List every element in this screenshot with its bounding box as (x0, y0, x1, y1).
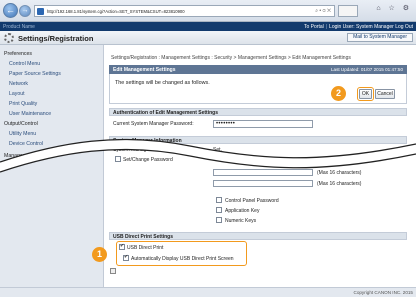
product-name: Product Name (3, 24, 35, 30)
numeric-keys-checkbox[interactable] (216, 217, 222, 223)
to-portal-link[interactable]: To Portal (304, 24, 324, 30)
usb-direct-print-label: USB Direct Print (127, 245, 164, 251)
auto-display-usb-checkbox[interactable] (123, 254, 129, 261)
sidebar-item-paper-source[interactable]: Paper Source Settings (9, 71, 61, 77)
scroll-indicator-icon (110, 268, 116, 274)
usb-direct-print-checkbox[interactable] (119, 243, 125, 250)
sidebar-item-layout[interactable]: Layout (9, 91, 25, 97)
usb-direct-print-section-header: USB Direct Print Settings (109, 232, 407, 240)
top-bar-links: To Portal | Login User: System Manager Log… (304, 24, 413, 30)
application-key-checkbox[interactable] (216, 207, 222, 213)
sidebar-item-control-menu[interactable]: Control Menu (9, 61, 40, 67)
callout-2-badge: 2 (331, 86, 346, 101)
panel-header: Edit Management Settings Last Updated: 0… (109, 65, 407, 74)
sidebar-section-preferences: Preferences (4, 51, 32, 57)
back-arrow-icon[interactable]: ← (3, 3, 18, 18)
browser-window-icons[interactable]: ⌂ ☆ ⚙ (376, 4, 412, 12)
login-user-text: Login User: System Manager (329, 24, 394, 30)
application-key-label: Application Key (225, 208, 260, 214)
top-bar: Product Name To Portal | Login User: Syste… (0, 22, 416, 31)
auto-display-usb-label: Automatically Display USB Direct Print S… (131, 256, 234, 262)
logout-link[interactable]: Log Out (395, 24, 413, 30)
sidebar-item-network[interactable]: Network (9, 81, 28, 87)
page-title: Settings/Registration (18, 34, 94, 43)
panel-title: Edit Management Settings (113, 67, 176, 73)
callout-1-badge: 1 (92, 247, 107, 262)
confirm-message: The settings will be changed as follows. (115, 80, 210, 86)
page-break-wave (0, 138, 416, 173)
cancel-button[interactable]: Cancel (375, 89, 395, 99)
numeric-keys-label: Numeric Keys (225, 218, 257, 224)
url-text: http://192.168.1.81/system.cgi?Action=SE… (47, 9, 185, 14)
gear-icon (4, 33, 14, 43)
address-bar[interactable]: http://192.168.1.81/system.cgi?Action=SE… (34, 5, 335, 17)
site-favicon-icon (37, 8, 44, 15)
last-updated: Last Updated: 01/07 2015 01:47:50 (330, 67, 403, 72)
breadcrumb: Settings/Registration : Management Setti… (111, 55, 351, 61)
copyright-text: Copyright CANON INC. 2015 (353, 290, 414, 295)
browser-tab[interactable] (338, 5, 358, 17)
page-header: Settings/Registration Mail to System Man… (0, 31, 416, 45)
browser-toolbar: ← → http://192.168.1.81/system.cgi?Actio… (0, 0, 416, 22)
address-tools-icons[interactable]: ⌕ • ⊙ ✕ (315, 8, 331, 14)
mail-to-system-manager-button[interactable]: Mail to System Manager (347, 33, 413, 42)
ok-button[interactable]: OK (359, 89, 372, 99)
footer: Copyright CANON INC. 2015 (0, 287, 416, 297)
usb-direct-print-section-title: USB Direct Print Settings (113, 234, 174, 240)
forward-arrow-icon[interactable]: → (19, 5, 31, 17)
